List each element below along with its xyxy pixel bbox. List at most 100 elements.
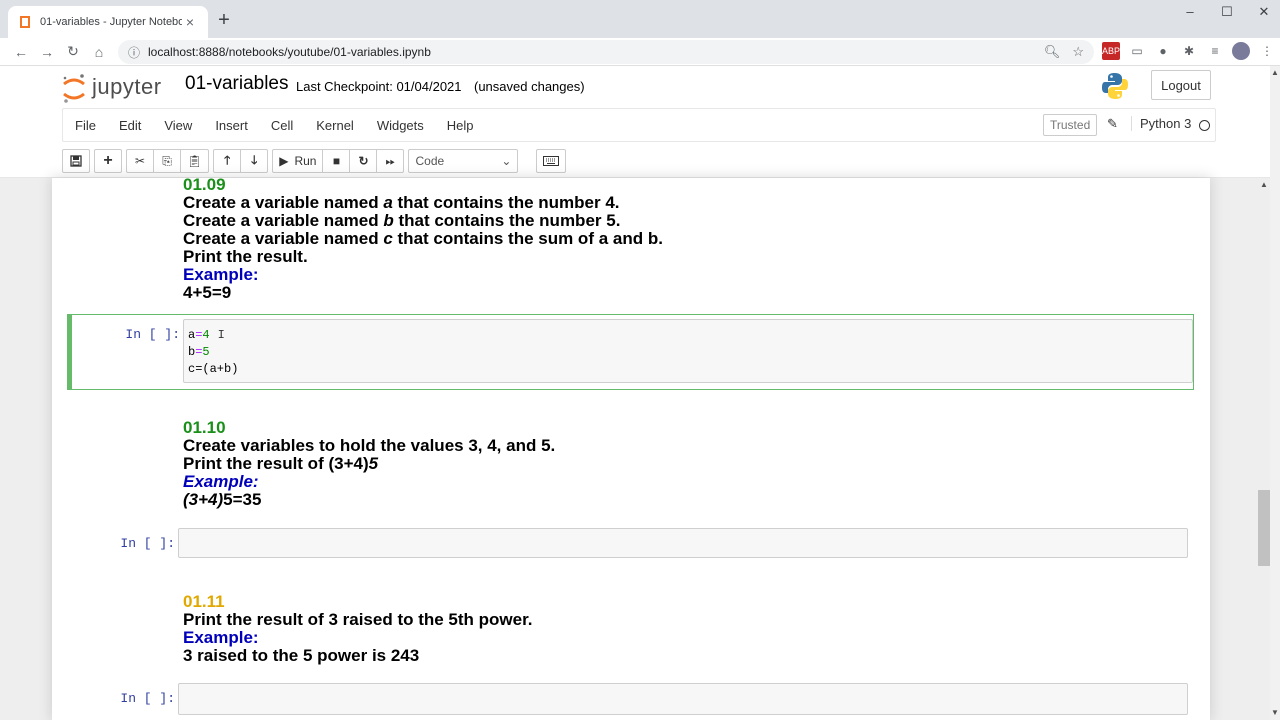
instruction-line: Print the result.: [183, 247, 308, 266]
move-down-button[interactable]: 🡓: [240, 149, 269, 173]
instruction-line: Create a variable named b that contains …: [183, 211, 621, 230]
example-label: Example:: [183, 628, 259, 647]
menu-help[interactable]: Help: [435, 118, 485, 133]
kernel-idle-indicator-icon: [1199, 120, 1210, 131]
browser-tab[interactable]: 01-variables - Jupyter Notebook ×: [8, 6, 208, 38]
jupyter-favicon-icon: [18, 15, 32, 29]
code-cell[interactable]: In [ ]:: [67, 527, 1194, 561]
close-tab-icon[interactable]: ×: [182, 14, 198, 30]
cell-type-value: Code: [415, 154, 445, 168]
instruction-line: Create variables to hold the values 3, 4…: [183, 436, 556, 455]
autosave-status: (unsaved changes): [474, 79, 585, 94]
record-icon[interactable]: ●: [1154, 42, 1172, 60]
code-line: b=5: [188, 345, 210, 359]
bookmark-star-icon[interactable]: ☆: [1072, 44, 1084, 60]
kernel-name[interactable]: Python 3: [1131, 116, 1191, 131]
profile-avatar-icon[interactable]: [1232, 42, 1250, 60]
info-icon[interactable]: ⓘ: [128, 44, 140, 61]
menu-file[interactable]: File: [63, 118, 107, 133]
cut-button[interactable]: ✂: [126, 149, 154, 173]
address-bar[interactable]: ⓘ localhost:8888/notebooks/youtube/01-va…: [118, 40, 1094, 64]
maximize-icon[interactable]: ☐: [1209, 4, 1245, 20]
edit-mode-pencil-icon: ✎: [1107, 116, 1118, 131]
browser-toolbar: ← → ↻ ⌂ ⓘ localhost:8888/notebooks/youtu…: [0, 38, 1280, 66]
code-editor[interactable]: [178, 528, 1188, 558]
menu-kernel[interactable]: Kernel: [305, 118, 366, 133]
tab-title: 01-variables - Jupyter Notebook: [40, 16, 182, 28]
jupyter-header: jupyter 01-variables Last Checkpoint: 01…: [0, 66, 1270, 178]
last-checkpoint: Last Checkpoint: 01/04/2021: [296, 79, 462, 94]
notebook-scrollbar-thumb[interactable]: [1258, 490, 1270, 566]
page-scroll-down-arrow-icon[interactable]: ▼: [1271, 708, 1279, 717]
input-prompt: In [ ]:: [120, 691, 175, 706]
code-editor[interactable]: a=4 I b=5 c=(a+b): [183, 319, 1193, 383]
restart-run-all-button[interactable]: ⏩︎: [376, 149, 405, 173]
paste-button[interactable]: 📋︎: [180, 149, 210, 173]
menu-bar: File Edit View Insert Cell Kernel Widget…: [62, 108, 1216, 142]
example-label: Example:: [183, 472, 259, 491]
code-line: c=(a+b): [188, 362, 239, 376]
markdown-cell-0109[interactable]: 01.09 Create a variable named a that con…: [183, 178, 663, 302]
markdown-cell-0111[interactable]: 01.11 Print the result of 3 raised to th…: [183, 593, 533, 665]
cell-type-select[interactable]: Code ⌄: [408, 149, 519, 173]
reading-list-icon[interactable]: ≡: [1206, 42, 1224, 60]
jupyter-logo-icon: [62, 72, 86, 103]
example-text: (3+4)5=35: [183, 490, 262, 509]
text-cursor-icon: I: [217, 328, 225, 342]
back-icon[interactable]: ←: [8, 44, 34, 60]
page-scrollbar[interactable]: [1270, 66, 1280, 720]
exercise-number: 01.10: [183, 418, 226, 437]
screencast-icon[interactable]: ▭: [1128, 42, 1146, 60]
notebook-container: 01.09 Create a variable named a that con…: [52, 178, 1210, 720]
jupyter-logo[interactable]: jupyter: [62, 72, 162, 103]
browser-tabbar: 01-variables - Jupyter Notebook × + – ☐ …: [0, 0, 1280, 38]
command-palette-button[interactable]: [536, 149, 567, 173]
notebook-name[interactable]: 01-variables: [185, 73, 289, 95]
minimize-icon[interactable]: –: [1172, 4, 1208, 19]
trusted-badge[interactable]: Trusted: [1043, 114, 1098, 136]
url-text: localhost:8888/notebooks/youtube/01-vari…: [148, 45, 431, 59]
notebook-toolbar: + ✂ ⎘ 📋︎ 🡑 🡓 ▶ Run ■ ↻ ⏩︎ Code ⌄: [62, 148, 567, 174]
example-text: 4+5=9: [183, 283, 232, 302]
new-tab-icon[interactable]: +: [214, 10, 234, 30]
code-editor[interactable]: [178, 683, 1188, 715]
move-up-button[interactable]: 🡑: [213, 149, 242, 173]
insert-cell-button[interactable]: +: [94, 149, 122, 173]
copy-button[interactable]: ⎘: [153, 149, 181, 173]
menu-insert[interactable]: Insert: [204, 118, 260, 133]
exercise-number: 01.11: [183, 592, 225, 611]
home-icon[interactable]: ⌂: [86, 44, 112, 60]
save-button[interactable]: [62, 149, 90, 173]
run-button[interactable]: ▶ Run: [272, 149, 324, 173]
menu-edit[interactable]: Edit: [107, 118, 152, 133]
browser-menu-icon[interactable]: ⋮: [1258, 42, 1276, 60]
forward-icon[interactable]: →: [34, 44, 60, 60]
extension-icon[interactable]: ABP: [1102, 42, 1120, 60]
code-line: a=4 I: [188, 328, 225, 342]
restart-button[interactable]: ↻: [349, 149, 378, 173]
exercise-number: 01.09: [183, 178, 226, 194]
input-prompt: In [ ]:: [125, 327, 180, 342]
code-cell-selected[interactable]: In [ ]: a=4 I b=5 c=(a+b): [67, 314, 1194, 390]
example-text: 3 raised to the 5 power is 243: [183, 646, 420, 665]
instruction-line: Create a variable named a that contains …: [183, 193, 620, 212]
reload-icon[interactable]: ↻: [60, 43, 86, 60]
puzzle-extensions-icon[interactable]: ✱: [1180, 42, 1198, 60]
chevron-down-icon: ⌄: [501, 154, 512, 168]
menu-widgets[interactable]: Widgets: [365, 118, 435, 133]
page-scroll-up-arrow-icon[interactable]: ▲: [1271, 68, 1279, 77]
interrupt-button[interactable]: ■: [322, 149, 351, 173]
instruction-line: Create a variable named c that contains …: [183, 229, 663, 248]
jupyter-logo-text: jupyter: [92, 74, 162, 99]
close-window-icon[interactable]: ✕: [1246, 4, 1280, 20]
save-icon: [70, 155, 82, 167]
menu-view[interactable]: View: [153, 118, 204, 133]
code-cell[interactable]: In [ ]:: [67, 682, 1194, 716]
python-logo-icon: [1100, 71, 1130, 101]
markdown-cell-0110[interactable]: 01.10 Create variables to hold the value…: [183, 419, 555, 509]
scroll-up-arrow-icon[interactable]: ▲: [1260, 180, 1268, 189]
instruction-line: Print the result of 3 raised to the 5th …: [183, 610, 533, 629]
zoom-icon[interactable]: 🔍︎: [1044, 44, 1061, 60]
menu-cell[interactable]: Cell: [259, 118, 304, 133]
logout-button[interactable]: Logout: [1151, 70, 1211, 100]
